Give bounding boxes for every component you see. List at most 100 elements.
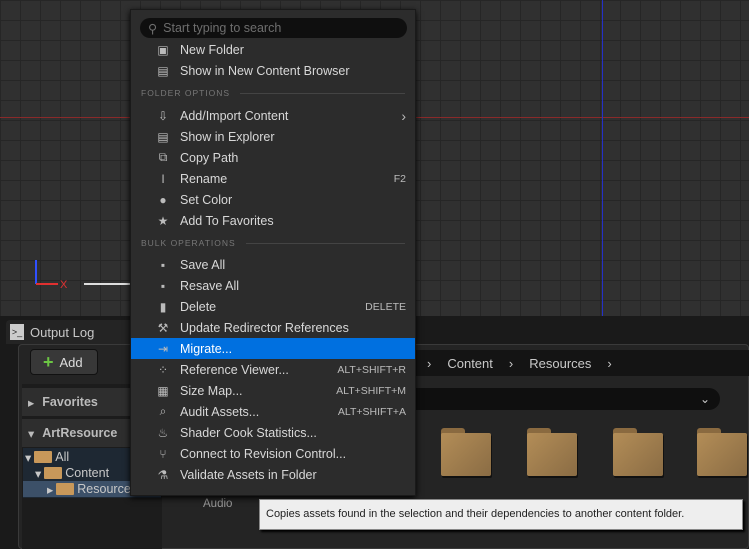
copy-icon: ⧉ [158, 150, 168, 164]
import-icon: ⇩ [157, 108, 169, 123]
bowl-icon: ♨ [157, 425, 169, 440]
save-icon: ▪ [160, 257, 166, 272]
menu-item-new-folder[interactable]: ▣ New Folder [131, 39, 415, 60]
menu-item-update-redirector-references[interactable]: ⚒ Update Redirector References [131, 317, 415, 338]
menu-item-label: Migrate... [180, 341, 233, 356]
tree-label: All [55, 450, 70, 464]
favorites-label: Favorites [42, 395, 98, 409]
tree-label: Resources [77, 482, 138, 496]
branch-icon: ⑂ [159, 446, 167, 461]
new-folder-icon: ▣ [157, 42, 169, 57]
breadcrumb: › Content › Resources › [415, 350, 749, 376]
breadcrumb-item[interactable]: Resources [529, 356, 591, 371]
wrench-icon: ⚒ [157, 320, 169, 335]
menu-item-audit-assets[interactable]: ⌕ Audit Assets... ALT+SHIFT+A [131, 401, 415, 422]
folder-icon [56, 483, 75, 495]
folder-open-icon [44, 467, 63, 479]
asset-label: Audio [203, 498, 233, 510]
menu-item-connect-to-revision-control[interactable]: ⑂ Connect to Revision Control... [131, 443, 415, 464]
shortcut-label: ALT+SHIFT+A [337, 405, 406, 418]
search-placeholder: Start typing to search [163, 21, 282, 35]
menu-item-label: Audit Assets... [180, 404, 260, 419]
shortcut-label: ALT+SHIFT+R [337, 363, 406, 376]
menu-item-label: Connect to Revision Control... [180, 446, 347, 461]
terminal-icon: >_ [10, 324, 24, 340]
viewport-guide [84, 283, 134, 285]
color-icon: ● [159, 192, 167, 207]
project-label: ArtResource [42, 426, 118, 440]
folder-browse-icon: ▤ [157, 63, 169, 78]
menu-item-label: Add/Import Content [180, 108, 289, 123]
bulk-operations-header: BULK OPERATIONS [141, 236, 405, 250]
plus-icon: + [43, 352, 54, 372]
menu-item-reference-viewer[interactable]: ⁘ Reference Viewer... ALT+SHIFT+R [131, 359, 415, 380]
chevron-down-icon: ▾ [25, 450, 32, 465]
search-icon: ⚲ [148, 21, 158, 36]
menu-item-show-in-new-content-browser[interactable]: ▤ Show in New Content Browser [131, 60, 415, 81]
trash-icon: ▮ [159, 299, 167, 314]
size-map-icon: ▦ [157, 383, 169, 398]
menu-item-label: Validate Assets in Folder [180, 467, 317, 482]
submenu-arrow-icon: › [401, 107, 406, 124]
flask-icon: ⚗ [157, 467, 169, 482]
y-axis-line [602, 0, 603, 316]
menu-item-label: Set Color [180, 192, 233, 207]
explorer-icon: ▤ [157, 129, 169, 144]
search-input[interactable]: ⚲ Start typing to search [140, 18, 407, 38]
menu-item-add-to-favorites[interactable]: ★ Add To Favorites [131, 210, 415, 231]
menu-item-label: Shader Cook Statistics... [180, 425, 317, 440]
menu-item-copy-path[interactable]: ⧉ Copy Path [131, 147, 415, 168]
menu-item-show-in-explorer[interactable]: ▤ Show in Explorer [131, 126, 415, 147]
folder-asset[interactable] [441, 428, 491, 476]
menu-item-set-color[interactable]: ● Set Color [131, 189, 415, 210]
context-menu: ⚲ Start typing to search FOLDER OPTIONS B… [130, 9, 416, 496]
tooltip: Copies assets found in the selection and… [259, 499, 743, 530]
shortcut-label: ALT+SHIFT+M [336, 384, 406, 397]
add-label: Add [59, 354, 83, 370]
save-icon: ▪ [160, 278, 166, 293]
add-button[interactable]: + Add [30, 349, 98, 375]
menu-item-label: Show in Explorer [180, 129, 275, 144]
chevron-right-icon: › [508, 355, 514, 371]
chevron-right-icon: › [607, 355, 612, 371]
folder-asset[interactable] [527, 428, 577, 476]
menu-item-shader-cook-statistics[interactable]: ♨ Shader Cook Statistics... [131, 422, 415, 443]
menu-item-validate-assets-in-folder[interactable]: ⚗ Validate Assets in Folder [131, 464, 415, 485]
reference-icon: ⁘ [157, 362, 169, 377]
menu-item-label: Reference Viewer... [180, 362, 289, 377]
menu-item-label: Show in New Content Browser [180, 63, 350, 78]
migrate-icon: ⇥ [157, 341, 169, 356]
star-icon: ★ [157, 213, 169, 228]
axis-gizmo-icon: X [35, 260, 68, 288]
menu-item-label: Copy Path [180, 150, 239, 165]
menu-item-resave-all[interactable]: ▪ Resave All [131, 275, 415, 296]
menu-item-size-map[interactable]: ▦ Size Map... ALT+SHIFT+M [131, 380, 415, 401]
tree-label: Content [65, 466, 110, 480]
filter-dropdown[interactable]: ⌄ [415, 388, 720, 410]
menu-item-label: Rename [180, 171, 228, 186]
chevron-down-icon: ⌄ [699, 392, 710, 406]
folder-asset[interactable] [697, 428, 747, 476]
tab-output-log[interactable]: >_ Output Log [6, 320, 136, 344]
menu-item-delete[interactable]: ▮ Delete DELETE [131, 296, 415, 317]
axis-x-label: X [60, 279, 68, 288]
chevron-right-icon: › [427, 355, 432, 371]
audit-icon: ⌕ [159, 404, 167, 418]
menu-item-migrate[interactable]: ⇥ Migrate... [131, 338, 415, 359]
chevron-down-icon: ▾ [35, 466, 42, 481]
breadcrumb-item[interactable]: Content [447, 356, 493, 371]
shortcut-label: F2 [393, 172, 406, 185]
folder-options-header: FOLDER OPTIONS [141, 86, 405, 100]
tree-item-all[interactable]: ▾ All [25, 449, 69, 465]
folder-asset[interactable] [613, 428, 663, 476]
menu-item-label: Add To Favorites [180, 213, 274, 228]
chevron-right-icon: ▸ [47, 482, 54, 497]
chevron-right-icon: ▸ [28, 395, 35, 410]
shortcut-label: DELETE [365, 300, 406, 313]
menu-item-rename[interactable]: I Rename F2 [131, 168, 415, 189]
menu-item-label: New Folder [180, 42, 244, 57]
menu-item-add-import-content[interactable]: ⇩ Add/Import Content › [131, 105, 415, 126]
tree-item-content[interactable]: ▾ Content [35, 465, 109, 481]
chevron-down-icon: ▾ [28, 426, 35, 441]
menu-item-save-all[interactable]: ▪ Save All [131, 254, 415, 275]
